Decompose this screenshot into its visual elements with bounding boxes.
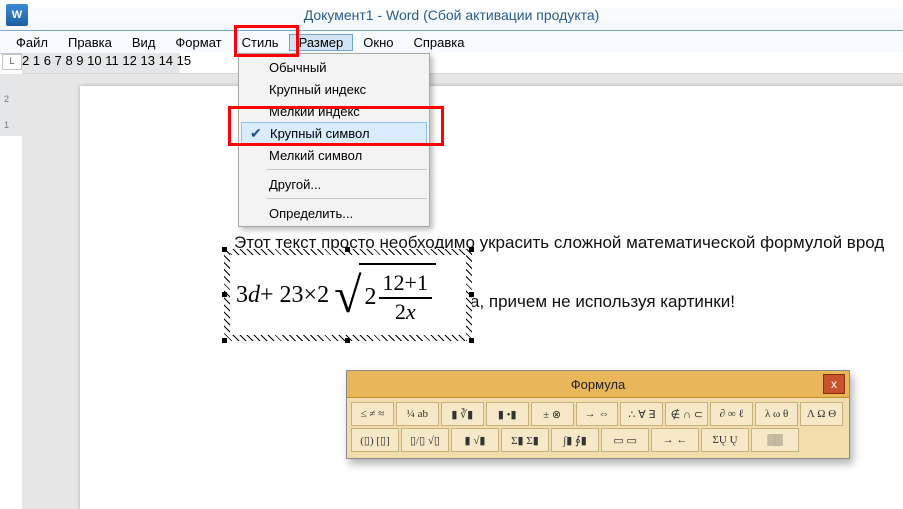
vruler-tick: 1 — [4, 120, 9, 130]
eq-d: d — [248, 282, 260, 309]
eq-rest: + 23×2 — [260, 282, 329, 309]
size-dropdown: Обычный Крупный индекс Мелкий индекс ✔ К… — [238, 53, 430, 227]
dd-normal[interactable]: Обычный — [239, 56, 429, 78]
tb-spaces[interactable]: ¼ ab — [396, 402, 439, 426]
dd-separator — [267, 169, 427, 170]
formula-titlebar[interactable]: Формула x — [347, 371, 849, 398]
formula-toolbar-window[interactable]: Формула x ≤ ≠ ≈ ¼ ab ▮ ∛▮ ▮ •▮ ± ⊗ → ⇔ ∴… — [346, 370, 850, 459]
dd-define[interactable]: Определить... — [239, 202, 429, 224]
window-title: Документ1 - Word (Сбой активации продукт… — [304, 7, 600, 23]
equation-object[interactable]: 3 d + 23×2 √ 2 12+1 2x — [230, 255, 466, 335]
formula-toolbar-body: ≤ ≠ ≈ ¼ ab ▮ ∛▮ ▮ •▮ ± ⊗ → ⇔ ∴ ∀ ∃ ∉ ∩ ⊂… — [347, 398, 849, 458]
tb-fences[interactable]: (▯) [▯] — [351, 428, 399, 452]
tb-subsup[interactable]: ▮ √▮ — [451, 428, 499, 452]
equation-content: 3 d + 23×2 √ 2 12+1 2x — [230, 255, 466, 335]
tb-products[interactable]: ΣŲ Ų — [701, 428, 749, 452]
tb-matrix[interactable]: ▒▒ — [751, 428, 799, 452]
toolbar-row-2: (▯) [▯] ▯/▯ √▯ ▮ √▮ Σ▮ Σ▮ ∫▮ ∮▮ ▭ ▭ → ← … — [351, 428, 845, 452]
titlebar: W Документ1 - Word (Сбой активации проду… — [0, 0, 903, 31]
menu-format[interactable]: Формат — [165, 34, 231, 51]
tb-embellish[interactable]: ▮ ∛▮ — [441, 402, 484, 426]
tb-relational[interactable]: ≤ ≠ ≈ — [351, 402, 394, 426]
menu-size[interactable]: Размер — [289, 34, 354, 51]
word-icon: W — [6, 4, 28, 26]
formula-title-text: Формула — [571, 377, 625, 392]
paragraph-line-2[interactable]: а, причем не используя картинки! — [470, 292, 735, 312]
eq-fraction: 12+1 2x — [379, 271, 432, 323]
dd-small-index[interactable]: Мелкий индекс — [239, 100, 429, 122]
tb-arrows[interactable]: → ⇔ — [576, 402, 619, 426]
tb-plusminus[interactable]: ± ⊗ — [531, 402, 574, 426]
vertical-ruler[interactable]: 2 1 — [0, 74, 23, 509]
tb-labeled-arrow[interactable]: → ← — [651, 428, 699, 452]
tb-set[interactable]: ∉ ∩ ⊂ — [665, 402, 708, 426]
eq-3: 3 — [236, 282, 248, 309]
tb-operators[interactable]: ▮ •▮ — [486, 402, 529, 426]
menubar: Файл Правка Вид Формат Стиль Размер Окно… — [0, 31, 903, 54]
eq-numerator: 12+1 — [379, 271, 432, 295]
menu-file[interactable]: Файл — [6, 34, 58, 51]
tb-greek-upper[interactable]: Λ Ω Θ — [800, 402, 843, 426]
tb-misc[interactable]: ∂ ∞ ℓ — [710, 402, 753, 426]
toolbar-row-1: ≤ ≠ ≈ ¼ ab ▮ ∛▮ ▮ •▮ ± ⊗ → ⇔ ∴ ∀ ∃ ∉ ∩ ⊂… — [351, 402, 845, 426]
vruler-tick: 2 — [4, 94, 9, 104]
dd-other[interactable]: Другой... — [239, 173, 429, 195]
tb-logic[interactable]: ∴ ∀ ∃ — [620, 402, 663, 426]
menu-edit[interactable]: Правка — [58, 34, 122, 51]
check-icon: ✔ — [250, 126, 262, 140]
tb-over-under[interactable]: ▭ ▭ — [601, 428, 649, 452]
eq-den-num: 2 — [395, 299, 406, 324]
formula-close-button[interactable]: x — [823, 374, 845, 394]
menu-window[interactable]: Окно — [353, 34, 403, 51]
horizontal-ruler[interactable] — [22, 53, 903, 74]
dd-small-symbol[interactable]: Мелкий символ — [239, 144, 429, 166]
tb-greek-lower[interactable]: λ ω θ — [755, 402, 798, 426]
tb-sum[interactable]: Σ▮ Σ▮ — [501, 428, 549, 452]
menu-style[interactable]: Стиль — [232, 34, 289, 51]
menu-view[interactable]: Вид — [122, 34, 166, 51]
tb-integral[interactable]: ∫▮ ∮▮ — [551, 428, 599, 452]
dd-large-symbol-label: Крупный символ — [270, 126, 370, 141]
ruler-corner[interactable]: L — [2, 54, 22, 70]
dd-large-symbol[interactable]: ✔ Крупный символ — [241, 122, 427, 144]
menu-help[interactable]: Справка — [403, 34, 474, 51]
eq-radical: √ 2 12+1 2x — [331, 263, 436, 328]
dd-large-index[interactable]: Крупный индекс — [239, 78, 429, 100]
eq-den-var: x — [406, 299, 416, 324]
dd-separator — [267, 198, 427, 199]
eq-inner-coef: 2 — [365, 284, 377, 311]
tb-frac-root[interactable]: ▯/▯ √▯ — [401, 428, 449, 452]
